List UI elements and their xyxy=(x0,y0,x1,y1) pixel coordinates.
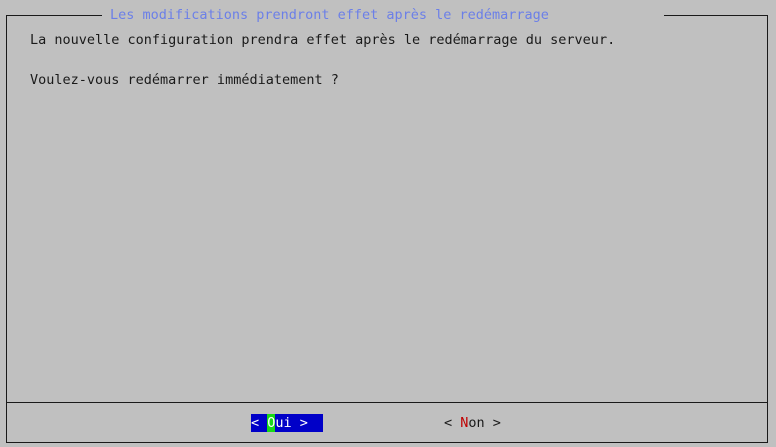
dialog-button-separator xyxy=(6,402,768,403)
dialog-title: Les modifications prendront effet après … xyxy=(110,7,549,23)
dialog-frame-bottom xyxy=(6,442,768,443)
oui-button-open-bracket: < xyxy=(251,415,268,431)
non-button-open-bracket: < xyxy=(444,415,461,431)
oui-button[interactable]: < Oui > xyxy=(251,414,323,432)
dialog-question: Voulez-vous redémarrer immédiatement ? xyxy=(30,72,339,88)
oui-button-label-rest: ui xyxy=(275,415,292,431)
restart-dialog: Les modifications prendront effet après … xyxy=(0,0,776,447)
dialog-frame-right xyxy=(767,15,768,443)
oui-button-hotkey: O xyxy=(267,414,276,432)
non-button-close-bracket: > xyxy=(484,415,501,431)
dialog-frame-top-left xyxy=(6,15,102,16)
non-button-label-rest: on xyxy=(468,415,485,431)
oui-button-close-bracket: > xyxy=(291,415,308,431)
dialog-frame-left xyxy=(6,15,7,443)
dialog-message-line1: La nouvelle configuration prendra effet … xyxy=(30,32,616,48)
non-button[interactable]: < Non > xyxy=(444,414,501,432)
dialog-frame-top-right xyxy=(664,15,768,16)
